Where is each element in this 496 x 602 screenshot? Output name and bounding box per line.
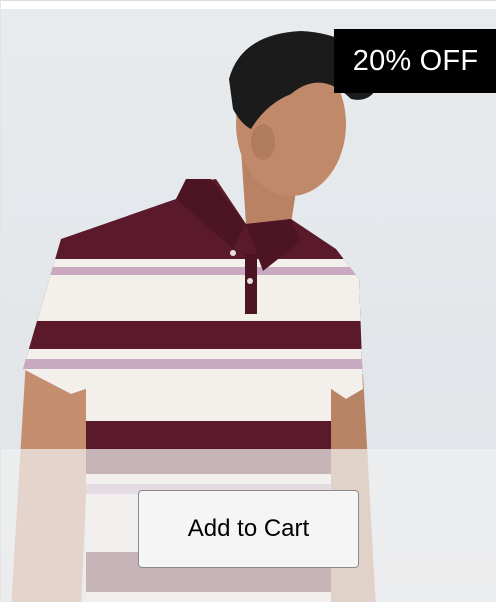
discount-badge: 20% OFF <box>334 29 496 93</box>
add-to-cart-button[interactable]: Add to Cart <box>138 490 359 568</box>
product-card: 20% OFF Add to Cart <box>0 0 496 602</box>
